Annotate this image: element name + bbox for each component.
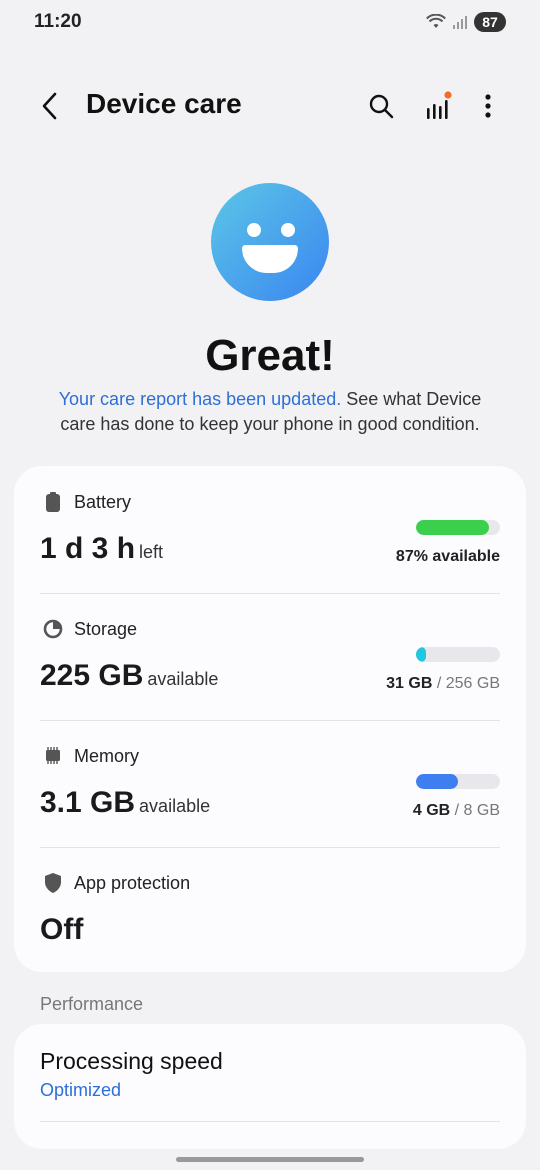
pie-chart-icon xyxy=(42,618,64,640)
app-protection-value: Off xyxy=(40,913,83,947)
battery-level-badge: 87 xyxy=(474,12,506,32)
storage-usage: 31 GB / 256 GB xyxy=(386,675,500,692)
storage-bar-fill xyxy=(416,647,427,662)
face-mouth xyxy=(242,245,298,273)
memory-bar-fill xyxy=(416,774,458,789)
face-eye-right xyxy=(281,223,295,237)
memory-unit: available xyxy=(139,796,211,816)
shield-icon xyxy=(42,872,64,894)
care-report-link[interactable]: Your care report has been updated. xyxy=(59,389,342,409)
smiley-face-icon xyxy=(211,183,329,301)
app-protection-status: Off xyxy=(40,913,84,946)
battery-unit: left xyxy=(139,542,164,562)
device-status-card: Battery 1 d 3 h left 87% available Stora… xyxy=(14,466,526,972)
storage-unit: available xyxy=(147,669,219,689)
storage-row[interactable]: Storage 225 GB available 31 GB / 256 GB xyxy=(40,593,500,720)
memory-row[interactable]: Memory 3.1 GB available 4 GB / 8 GB xyxy=(40,720,500,847)
search-icon xyxy=(369,94,394,119)
battery-bar xyxy=(416,520,500,535)
status-heading: Great! xyxy=(205,331,335,380)
search-button[interactable] xyxy=(359,84,403,128)
storage-value: 225 GB available xyxy=(40,659,218,693)
more-options-button[interactable] xyxy=(466,84,510,128)
app-header: Device care xyxy=(0,76,540,136)
app-protection-row[interactable]: App protection Off xyxy=(40,847,500,974)
memory-value: 3.1 GB available xyxy=(40,786,210,820)
battery-label: Battery xyxy=(74,492,132,512)
storage-label: Storage xyxy=(74,619,138,639)
memory-chip-icon xyxy=(42,745,64,767)
battery-value: 1 d 3 h left xyxy=(40,532,163,566)
app-protection-label: App protection xyxy=(74,873,191,893)
processing-speed-status: Optimized xyxy=(40,1080,122,1100)
bar-chart-icon xyxy=(427,91,452,119)
memory-bar xyxy=(416,774,500,789)
battery-percent: 87% available xyxy=(395,548,500,565)
wifi-icon xyxy=(426,14,446,28)
battery-row[interactable]: Battery 1 d 3 h left 87% available xyxy=(40,466,500,593)
care-report-button[interactable] xyxy=(416,84,460,128)
storage-available: 225 GB xyxy=(40,659,144,692)
home-indicator[interactable] xyxy=(176,1157,364,1162)
status-icons: 87 xyxy=(426,12,506,32)
more-vertical-icon xyxy=(485,94,491,118)
battery-icon xyxy=(42,491,64,513)
face-eye-left xyxy=(247,223,261,237)
processing-speed-title: Processing speed xyxy=(40,1048,223,1074)
signal-icon xyxy=(453,16,467,29)
page-title: Device care xyxy=(86,88,242,119)
storage-bar xyxy=(416,647,500,662)
battery-bar-fill xyxy=(416,520,490,535)
divider xyxy=(40,1121,500,1122)
status-bar: 11:20 87 xyxy=(0,0,540,48)
memory-available: 3.1 GB xyxy=(40,786,136,819)
performance-section-label: Performance xyxy=(40,994,144,1014)
memory-usage: 4 GB / 8 GB xyxy=(412,802,500,819)
back-button[interactable] xyxy=(30,86,70,126)
memory-label: Memory xyxy=(74,746,140,766)
processing-speed-card[interactable]: Processing speed Optimized xyxy=(14,1024,526,1149)
care-report-summary: Your care report has been updated. See w… xyxy=(40,387,500,437)
status-time: 11:20 xyxy=(34,11,82,32)
chevron-left-icon xyxy=(42,92,57,120)
battery-time-left: 1 d 3 h xyxy=(40,532,136,565)
